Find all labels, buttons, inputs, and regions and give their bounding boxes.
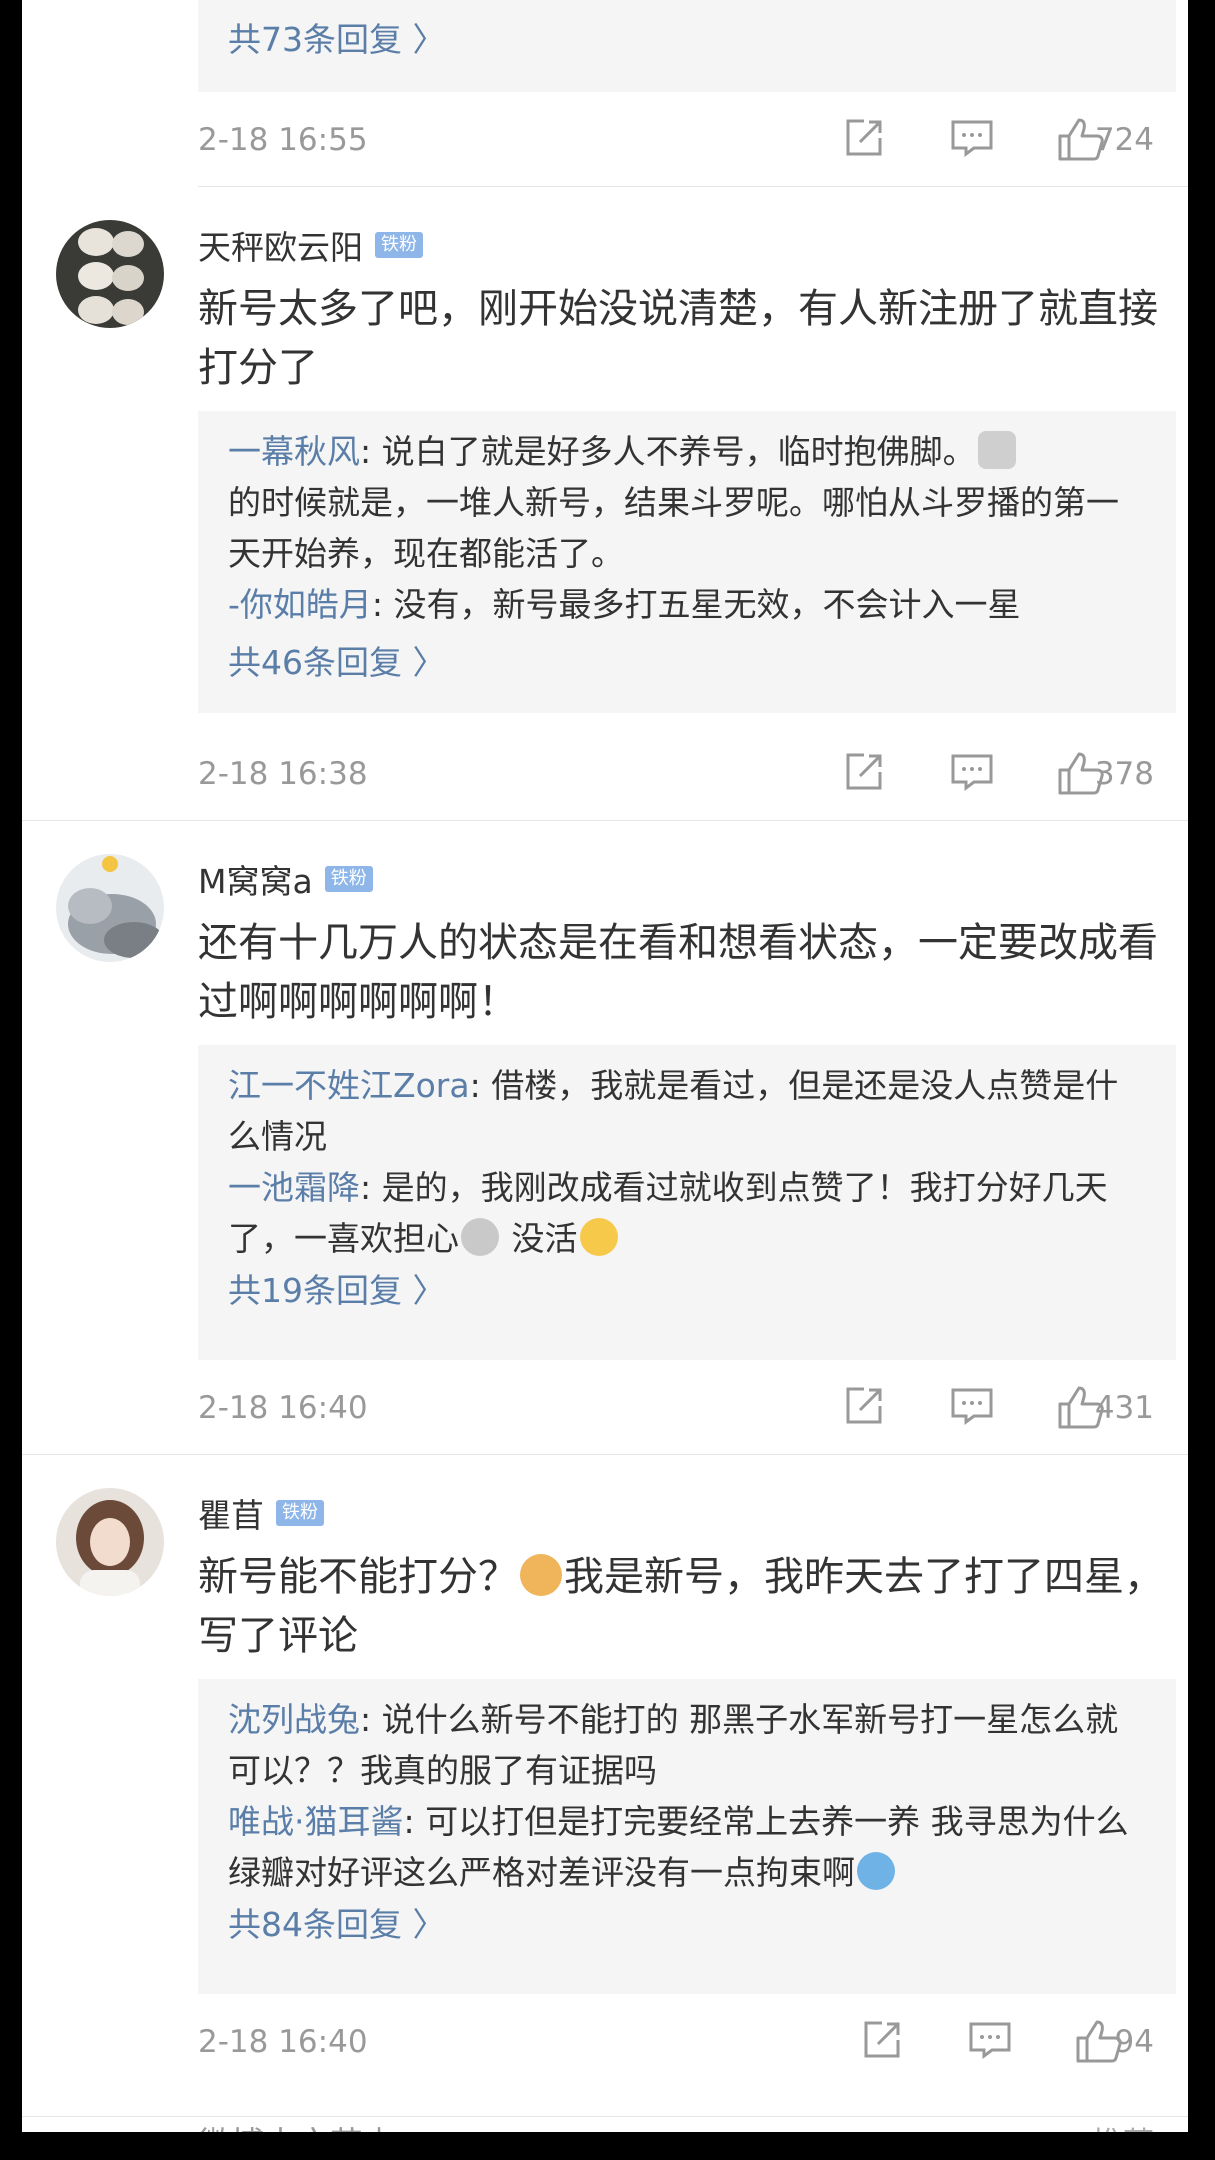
like-count: 431 <box>1094 1390 1154 1426</box>
comment-item: 瞿苜 铁粉 新号能不能打分？ 我是新号，我昨天去了打了四星，写了评论 沈列战兔: … <box>22 1456 1188 2117</box>
reply-author[interactable]: 唯战·猫耳酱 <box>228 1802 404 1841</box>
divider <box>198 186 1188 187</box>
action-row: 2-18 16:40 431 <box>198 1378 1154 1438</box>
reply-author[interactable]: 一池霜降 <box>228 1168 360 1207</box>
reply-panel: 共73条回复 〉 <box>198 0 1176 92</box>
reply-text-continued: 的时候就是，一堆人新号，结果斗罗呢。哪怕从斗罗播的第一天开始养，现在都能活了。 <box>228 483 1119 573</box>
author-row: 天秤欧云阳 铁粉 <box>198 221 423 269</box>
like-count: 94 <box>1114 2024 1154 2060</box>
comment-icon[interactable] <box>950 1384 994 1432</box>
more-replies-link[interactable]: 共84条回复 〉 <box>228 1899 445 1950</box>
avatar[interactable] <box>56 854 164 962</box>
reply-panel: 江一不姓江Zora: 借楼，我就是看过，但是还是没人点赞是什么情况 一池霜降: … <box>198 1045 1176 1360</box>
reply-item[interactable]: 唯战·猫耳酱: 可以打但是打完要经常上去养一养 我寻思为什么绿瓣对好评这么严格对… <box>228 1796 1148 1898</box>
comment-feed: 共73条回复 〉 2-18 16:55 724 天秤欧云阳 铁粉 新号太多了吧，… <box>22 0 1188 2132</box>
timestamp: 2-18 16:40 <box>198 1390 368 1426</box>
author-name[interactable]: 天秤欧云阳 <box>198 221 363 269</box>
reply-author[interactable]: 江一不姓江Zora <box>228 1066 470 1105</box>
reply-text-continued: 没活 <box>501 1219 578 1258</box>
action-row: 2-18 16:40 94 <box>198 2012 1154 2072</box>
timestamp: 2-18 16:38 <box>198 756 368 792</box>
doraemon-emoji-icon <box>857 1852 895 1890</box>
wolf-emoji-icon <box>977 431 1016 469</box>
reply-item[interactable]: 一池霜降: 是的，我刚改成看过就收到点赞了！我打分好几天了，一喜欢担心 没活 <box>228 1162 1148 1264</box>
author-name[interactable]: 微博大文艺少 <box>198 2124 396 2132</box>
timestamp: 2-18 16:40 <box>198 2024 368 2060</box>
reply-author[interactable]: 一幕秋风 <box>228 432 360 471</box>
action-row: 2-18 16:38 378 <box>198 744 1154 804</box>
share-icon[interactable] <box>842 750 886 798</box>
reply-item[interactable]: 江一不姓江Zora: 借楼，我就是看过，但是还是没人点赞是什么情况 <box>228 1060 1148 1162</box>
fan-badge: 铁粉 <box>276 1500 324 1526</box>
laughing-emoji-icon <box>579 1218 618 1256</box>
reply-item[interactable]: 沈列战兔: 说什么新号不能打的 那黑子水军新号打一星怎么就可以？？我真的服了有证… <box>228 1694 1148 1796</box>
reply-panel: 一幕秋风: 说白了就是好多人不养号，临时抱佛脚。的时候就是，一堆人新号，结果斗罗… <box>198 411 1176 713</box>
avatar[interactable] <box>56 1488 164 1596</box>
reply-text: : 说什么新号不能打的 那黑子水军新号打一星怎么就可以？？我真的服了有证据吗 <box>228 1700 1119 1790</box>
share-icon[interactable] <box>842 116 886 164</box>
reply-panel: 沈列战兔: 说什么新号不能打的 那黑子水军新号打一星怎么就可以？？我真的服了有证… <box>198 1679 1176 1994</box>
like-count: 724 <box>1094 122 1154 158</box>
reply-item[interactable]: 一幕秋风: 说白了就是好多人不养号，临时抱佛脚。的时候就是，一堆人新号，结果斗罗… <box>228 426 1148 579</box>
reply-author[interactable]: 沈列战兔 <box>228 1700 360 1739</box>
comment-text-part: 新号能不能打分？ <box>198 1554 518 1600</box>
action-row: 2-18 16:55 724 <box>198 110 1154 170</box>
reply-author[interactable]: -你如皓月 <box>228 585 372 624</box>
comment-item: 天秤欧云阳 铁粉 新号太多了吧，刚开始没说清楚，有人新注册了就直接打分了 一幕秋… <box>22 188 1188 821</box>
author-name[interactable]: 瞿苜 <box>198 1489 264 1537</box>
mouse-emoji-icon <box>461 1218 499 1256</box>
reply-item[interactable]: -你如皓月: 没有，新号最多打五星无效，不会计入一星 <box>228 579 1148 630</box>
avatar[interactable] <box>56 220 164 328</box>
comment-icon[interactable] <box>968 2018 1012 2066</box>
fan-badge: 铁粉 <box>375 232 423 258</box>
fan-badge: 铁粉 <box>324 866 373 892</box>
comment-item-partial: 微博大文艺少 推荐 <box>22 2118 1188 2132</box>
comment-text: 新号能不能打分？ 我是新号，我昨天去了打了四星，写了评论 <box>198 1548 1178 1666</box>
share-icon[interactable] <box>842 1384 886 1432</box>
like-count: 378 <box>1094 756 1154 792</box>
reply-text: : 说白了就是好多人不养号，临时抱佛脚。 <box>360 432 976 471</box>
comment-icon[interactable] <box>950 116 994 164</box>
recommend-label: 推荐 <box>1092 2124 1154 2132</box>
author-row: 瞿苜 铁粉 <box>198 1489 324 1537</box>
timestamp: 2-18 16:55 <box>198 122 368 158</box>
author-name[interactable]: M窝窝a <box>198 855 313 903</box>
comment-text: 还有十几万人的状态是在看和想看状态，一定要改成看过啊啊啊啊啊啊！ <box>198 920 1158 1025</box>
doge-emoji-icon <box>520 1554 562 1596</box>
reply-text: : 是的，我刚改成看过就收到点赞了！我打分好几天了，一喜欢担心 <box>228 1168 1108 1258</box>
more-replies-link[interactable]: 共73条回复 〉 <box>228 14 445 65</box>
more-replies-link[interactable]: 共19条回复 〉 <box>228 1265 445 1316</box>
share-icon[interactable] <box>860 2018 904 2066</box>
reply-text: : 没有，新号最多打五星无效，不会计入一星 <box>371 585 1021 624</box>
comment-icon[interactable] <box>950 750 994 798</box>
author-row: M窝窝a 铁粉 <box>198 855 373 903</box>
more-replies-link[interactable]: 共46条回复 〉 <box>228 637 445 688</box>
comment-text: 新号太多了吧，刚开始没说清楚，有人新注册了就直接打分了 <box>198 286 1158 391</box>
comment-item: M窝窝a 铁粉 还有十几万人的状态是在看和想看状态，一定要改成看过啊啊啊啊啊啊！… <box>22 822 1188 1455</box>
